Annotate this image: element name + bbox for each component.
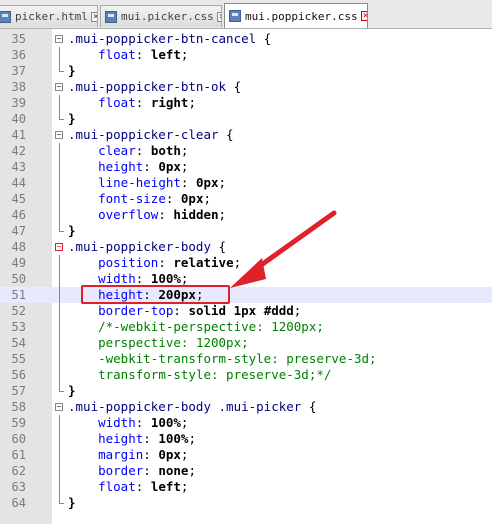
annotation-arrow	[230, 210, 337, 288]
